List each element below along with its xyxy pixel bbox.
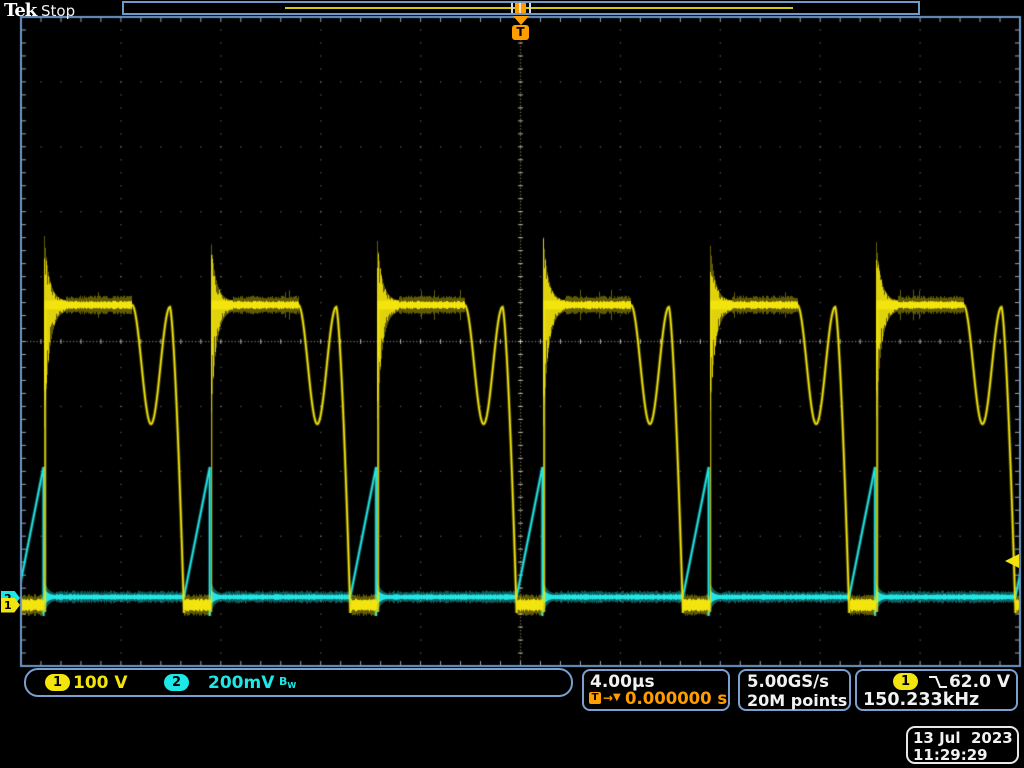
window-bracket-left[interactable] <box>511 3 513 13</box>
channel-readout-box[interactable]: 1 100 V 2 200mV BW <box>24 668 573 697</box>
time-label: 11:29:29 <box>913 746 988 764</box>
tek-logo: Tek <box>4 0 37 21</box>
trigger-source-badge: 1 <box>893 673 918 690</box>
horizontal-readout-box[interactable]: 4.00µs T → ▼ 0.000000 s <box>582 669 730 711</box>
record-waveform-line <box>285 7 793 9</box>
datetime-box: 13 Jul 2023 11:29:29 <box>906 726 1019 764</box>
ch2-badge[interactable]: 2 <box>164 674 189 691</box>
record-view-bar[interactable] <box>122 1 920 15</box>
trigger-level-readout: 62.0 V <box>948 672 1010 692</box>
oscilloscope-screen: Tek Stop T 2 1 1 100 V 2 200mV BW 4.00µs… <box>0 0 1024 768</box>
trigger-position-triangle-icon[interactable] <box>512 16 529 25</box>
trigger-t-icon: T <box>589 692 601 704</box>
ch1-badge[interactable]: 1 <box>45 674 70 691</box>
trigger-position-readout: 0.000000 s <box>625 689 728 708</box>
date-label: 13 Jul 2023 <box>913 729 1013 747</box>
sample-rate-readout: 5.00GS/s <box>747 672 829 691</box>
acquisition-readout-box[interactable]: 5.00GS/s 20M points <box>738 669 851 711</box>
trigger-readout-box[interactable]: 1 62.0 V 150.233kHz <box>855 669 1018 711</box>
trigger-level-arrow-icon[interactable] <box>1005 554 1019 568</box>
trigger-position-badge[interactable]: T <box>512 25 529 40</box>
record-trigger-position-flag[interactable] <box>515 3 526 13</box>
trigger-frequency-readout: 150.233kHz <box>863 690 980 710</box>
acquisition-status-label: Stop <box>41 2 76 20</box>
record-trigger-flag-slit <box>519 3 521 13</box>
waveform-graticule-display[interactable] <box>0 0 1024 768</box>
window-bracket-right[interactable] <box>529 3 531 13</box>
falling-edge-slope-icon <box>929 676 947 688</box>
record-length-readout: 20M points <box>747 691 848 710</box>
ch2-bandwidth-limit-icon: BW <box>279 675 297 691</box>
trigger-position-marker-icon: ▼ <box>613 692 621 703</box>
ch1-scale-readout[interactable]: 100 V <box>73 673 128 693</box>
arrow-icon: → <box>603 691 614 705</box>
ch2-scale-readout[interactable]: 200mV <box>208 673 274 693</box>
